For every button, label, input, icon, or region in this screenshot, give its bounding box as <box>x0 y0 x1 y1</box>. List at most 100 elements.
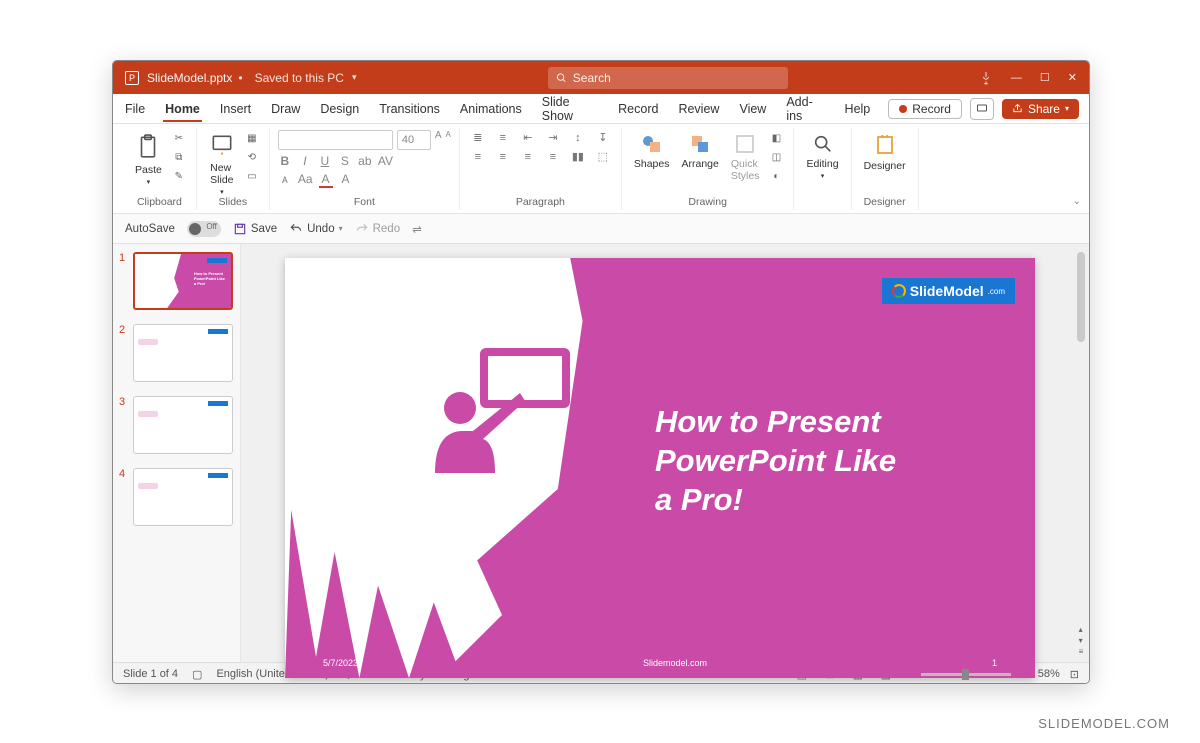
search-box[interactable] <box>548 67 788 89</box>
quick-access-bar: AutoSave Off Save Undo▾ Redo ⇌ <box>113 214 1089 244</box>
current-slide[interactable]: How to Present PowerPoint Like a Pro! Sl… <box>285 258 1035 678</box>
tab-review[interactable]: Review <box>676 96 721 122</box>
grow-font-button[interactable]: A <box>435 130 442 150</box>
vertical-scrollbar[interactable]: ▴▾≡ <box>1073 244 1089 662</box>
customize-qat-button[interactable]: ⇌ <box>412 222 422 236</box>
tab-animations[interactable]: Animations <box>458 96 524 122</box>
group-editing: Editing▾ <box>794 128 851 210</box>
copy-button[interactable]: ⧉ <box>170 149 188 165</box>
save-status[interactable]: Saved to this PC <box>255 71 344 85</box>
mic-icon[interactable] <box>979 71 993 85</box>
save-icon <box>233 222 247 236</box>
save-button[interactable]: Save <box>233 222 277 236</box>
shapes-button[interactable]: Shapes <box>630 130 674 172</box>
section-button[interactable]: ▭ <box>243 168 261 184</box>
highlight-button[interactable]: ᴀ <box>278 172 292 188</box>
italic-button[interactable]: I <box>298 154 312 168</box>
bullets-button[interactable]: ≣ <box>468 130 488 145</box>
collapse-ribbon-button[interactable]: ⌄ <box>1073 196 1081 207</box>
logo-circle-icon <box>892 284 906 298</box>
undo-icon <box>289 222 303 236</box>
prev-slide-button[interactable]: ▴ <box>1079 625 1084 634</box>
tab-design[interactable]: Design <box>318 96 361 122</box>
cut-button[interactable]: ✂ <box>170 130 188 146</box>
zoom-level[interactable]: 58% <box>1038 668 1060 680</box>
thumbnail-2[interactable] <box>133 324 233 382</box>
font-family-select[interactable] <box>278 130 393 150</box>
group-font: 40 A A B I U S ab AV ᴀ Aa A A <box>270 128 460 210</box>
search-input[interactable] <box>573 71 780 85</box>
editing-button[interactable]: Editing▾ <box>802 130 842 182</box>
thumbnail-1[interactable]: How to PresentPowerPoint Likea Pro! <box>133 252 233 310</box>
numbering-button[interactable]: ≡ <box>493 130 513 145</box>
font-size-select[interactable]: 40 <box>397 130 431 150</box>
align-center-button[interactable]: ≡ <box>493 149 513 164</box>
file-name: SlideModel.pptx <box>147 71 232 85</box>
slide-canvas-area[interactable]: How to Present PowerPoint Like a Pro! Sl… <box>241 244 1073 662</box>
record-dot-icon <box>899 105 907 113</box>
maximize-button[interactable]: ☐ <box>1040 71 1050 84</box>
undo-button[interactable]: Undo▾ <box>289 222 343 236</box>
share-icon <box>1012 103 1023 114</box>
line-spacing-button[interactable]: ↕ <box>568 130 588 145</box>
slide-counter[interactable]: Slide 1 of 4 <box>123 668 178 680</box>
new-slide-button[interactable]: New Slide▾ <box>205 130 239 198</box>
minimize-button[interactable]: — <box>1011 72 1022 84</box>
format-painter-button[interactable]: ✎ <box>170 168 188 184</box>
layout-button[interactable]: ▦ <box>243 130 261 146</box>
reset-button[interactable]: ⟲ <box>243 149 261 165</box>
redo-button[interactable]: Redo <box>355 222 401 236</box>
tab-draw[interactable]: Draw <box>269 96 302 122</box>
shape-fill-button[interactable]: ◧ <box>767 130 785 146</box>
clear-format-button[interactable]: A <box>339 172 353 188</box>
tab-insert[interactable]: Insert <box>218 96 253 122</box>
arrange-button[interactable]: Arrange <box>678 130 723 172</box>
strike-button[interactable]: S <box>338 154 352 168</box>
shape-effects-button[interactable]: ◐ <box>767 168 785 184</box>
autosave-toggle[interactable]: Off <box>187 221 221 237</box>
case-button[interactable]: Aa <box>298 172 313 188</box>
shape-outline-button[interactable]: ◫ <box>767 149 785 165</box>
thumbnail-3[interactable] <box>133 396 233 454</box>
shadow-button[interactable]: ab <box>358 154 372 168</box>
close-button[interactable]: ✕ <box>1068 71 1077 84</box>
smartart-button[interactable]: ⬚ <box>593 149 613 164</box>
align-left-button[interactable]: ≡ <box>468 149 488 164</box>
tab-file[interactable]: File <box>123 96 147 122</box>
record-button[interactable]: Record <box>888 99 962 119</box>
text-direction-button[interactable]: ↧ <box>593 130 613 145</box>
search-icon <box>556 72 567 84</box>
quick-styles-button[interactable]: Quick Styles <box>727 130 764 184</box>
redo-icon <box>355 222 369 236</box>
tab-slideshow[interactable]: Slide Show <box>540 89 600 129</box>
tab-view[interactable]: View <box>737 96 768 122</box>
paste-button[interactable]: Paste▾ <box>131 130 166 188</box>
tab-help[interactable]: Help <box>843 96 873 122</box>
spellcheck-button[interactable]: ▢ <box>192 668 202 681</box>
designer-button[interactable]: Designer <box>860 130 910 174</box>
font-color-button[interactable]: A <box>319 172 333 188</box>
tab-home[interactable]: Home <box>163 96 202 122</box>
present-button[interactable] <box>970 98 994 120</box>
tab-transitions[interactable]: Transitions <box>377 96 442 122</box>
group-clipboard: Paste▾ ✂ ⧉ ✎ Clipboard <box>123 128 197 210</box>
share-button[interactable]: Share▾ <box>1002 99 1079 119</box>
shrink-font-button[interactable]: A <box>446 130 451 150</box>
indent-dec-button[interactable]: ⇤ <box>518 130 538 145</box>
tab-record[interactable]: Record <box>616 96 660 122</box>
slide-thumbnails: 1 How to PresentPowerPoint Likea Pro! 2 … <box>113 244 241 662</box>
fit-window-button[interactable]: ⊡ <box>1070 668 1079 681</box>
group-slides: New Slide▾ ▦ ⟲ ▭ Slides <box>197 128 270 210</box>
next-slide-button[interactable]: ▾ <box>1079 636 1084 645</box>
spacing-button[interactable]: AV <box>378 154 393 168</box>
zoom-slider[interactable] <box>921 673 1011 676</box>
underline-button[interactable]: U <box>318 154 332 168</box>
justify-button[interactable]: ≡ <box>543 149 563 164</box>
thumbnail-4[interactable] <box>133 468 233 526</box>
align-right-button[interactable]: ≡ <box>518 149 538 164</box>
tab-addins[interactable]: Add-ins <box>784 89 826 129</box>
indent-inc-button[interactable]: ⇥ <box>543 130 563 145</box>
bold-button[interactable]: B <box>278 154 292 168</box>
columns-button[interactable]: ▮▮ <box>568 149 588 164</box>
chevron-down-icon[interactable]: ▾ <box>352 72 357 83</box>
